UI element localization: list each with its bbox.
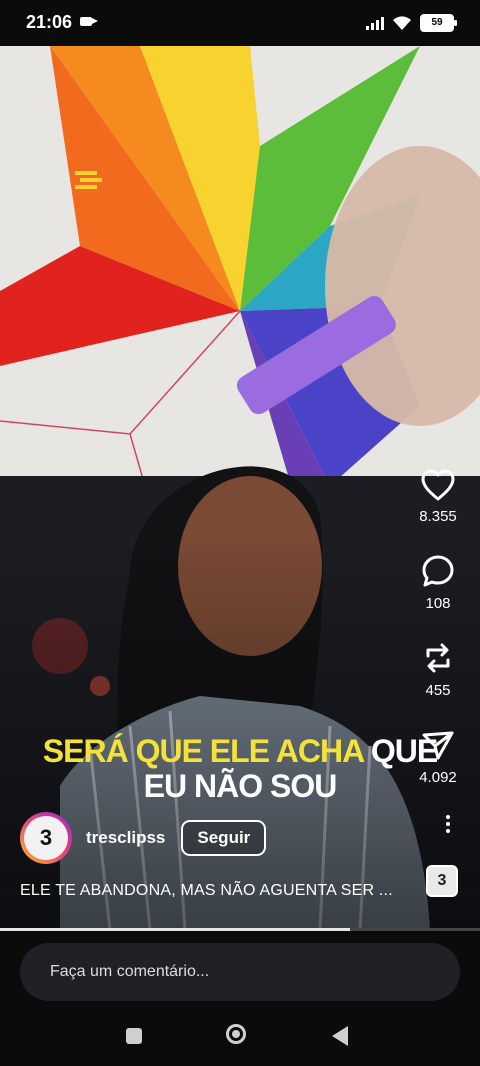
repost-action[interactable]: 455 [408,640,468,699]
avatar[interactable]: 3 [20,812,72,864]
video-camera-icon [80,17,98,26]
repost-count: 455 [425,682,451,699]
like-action[interactable]: 8.355 [408,468,468,525]
video-progress-bar[interactable] [0,928,480,931]
comment-count: 108 [425,595,451,612]
battery-icon: 59 [420,14,457,32]
comment-placeholder: Faça um comentário... [50,963,210,980]
share-count: 4.092 [419,769,457,786]
status-icons: 59 [366,14,457,32]
comment-icon[interactable] [420,553,456,589]
signal-icon [366,16,384,30]
follow-button[interactable]: Seguir [181,820,267,856]
back-icon[interactable] [332,1026,348,1046]
action-column: 8.355 108 455 4.092 [408,468,468,814]
comment-action[interactable]: 108 [408,553,468,612]
recents-icon[interactable] [126,1028,142,1044]
clock: 21:06 [26,12,73,32]
comment-input[interactable]: Faça um comentário... [20,943,460,1001]
status-bar: 21:06 59 [0,0,480,46]
avatar-initial: 3 [24,816,68,860]
repost-icon[interactable] [420,640,456,676]
bottom-area: Faça um comentário... [0,931,480,1066]
wifi-icon [393,16,411,30]
video-description[interactable]: ELE TE ABANDONA, MAS NÃO AGUENTA SER ... [20,882,393,900]
audio-thumbnail[interactable]: 3 [426,865,458,897]
progress-fill [0,928,351,931]
home-icon[interactable] [226,1024,246,1044]
more-options-icon[interactable] [446,812,450,836]
share-action[interactable]: 4.092 [408,727,468,786]
like-count: 8.355 [419,508,457,525]
username[interactable]: tresclipss [86,828,165,848]
send-icon[interactable] [420,727,456,763]
heart-icon[interactable] [420,468,456,502]
author-row: 3 tresclipss Seguir [20,812,267,864]
system-nav-bar [0,1015,480,1057]
